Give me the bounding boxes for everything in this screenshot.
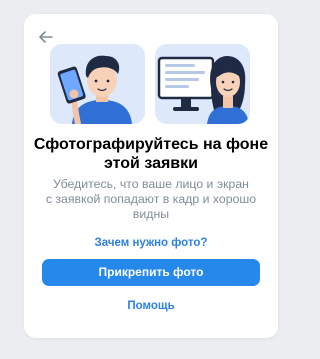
back-button[interactable]	[36, 27, 56, 47]
arrow-left-icon	[39, 31, 53, 43]
attach-photo-button[interactable]: Прикрепить фото	[42, 259, 260, 286]
dialog-description: Убедитесь, что ваше лицо и экран с заявк…	[45, 177, 257, 221]
photo-request-dialog: Сфотографируйтесь на фоне этой заявки Уб…	[24, 14, 278, 338]
help-link[interactable]: Помощь	[24, 300, 278, 312]
dialog-title: Сфотографируйтесь на фоне этой заявки	[33, 136, 269, 172]
selfie-with-phone-illustration	[50, 44, 145, 124]
woman-with-monitor-illustration	[155, 44, 250, 124]
why-photo-link[interactable]: Зачем нужно фото?	[24, 237, 278, 249]
